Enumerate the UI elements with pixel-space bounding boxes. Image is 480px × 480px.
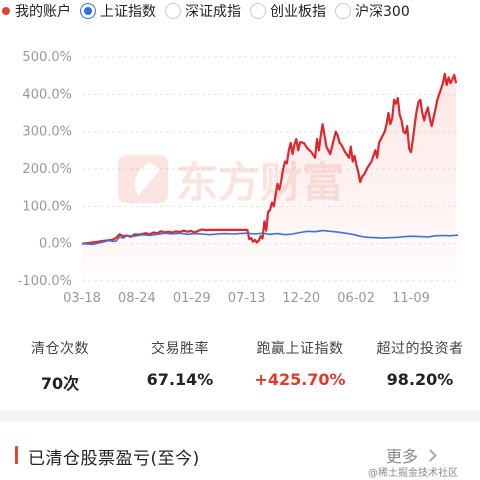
stat-value: 70次 [40, 374, 80, 393]
stat-label: 交易胜率 [151, 341, 209, 357]
legend-my-account: 我的账户 [2, 0, 71, 22]
section-title: 已清仓股票盈亏(至今) [28, 449, 200, 469]
y-tick-label: 100.0% [22, 199, 72, 214]
y-tick-label: 300.0% [22, 125, 72, 140]
index-option-label: 上证指数 [100, 4, 156, 20]
y-tick-label: 0.0% [39, 237, 72, 252]
account-dot-icon [2, 7, 10, 15]
stat-win-rate: 交易胜率 67.14% [120, 338, 240, 394]
index-option-sz[interactable]: 深证成指 [165, 0, 241, 22]
x-tick-label: 06-02 [337, 291, 375, 306]
return-chart: 东方财富 500.0%400.0%300.0%200.0%100.0%0.0%-… [18, 50, 459, 306]
x-tick-label: 03-18 [63, 291, 101, 306]
y-tick-label: -100.0% [18, 274, 72, 289]
x-tick-label: 07-13 [228, 291, 266, 306]
stat-value: +425.70% [254, 370, 346, 389]
x-tick-label: 01-29 [173, 291, 211, 306]
stat-beat-index: 跑赢上证指数 +425.70% [240, 338, 360, 394]
section-accent-bar [15, 446, 18, 464]
y-tick-label: 400.0% [22, 87, 72, 102]
stat-value: 67.14% [146, 370, 214, 389]
index-option-sh[interactable]: 上证指数 [80, 0, 156, 22]
y-tick-label: 500.0% [22, 50, 72, 65]
x-tick-label: 11-09 [392, 291, 430, 306]
stat-label: 跑赢上证指数 [256, 341, 344, 357]
x-tick-label: 12-20 [282, 291, 320, 306]
y-tick-label: 200.0% [22, 162, 72, 177]
index-option-label: 沪深300 [355, 4, 410, 20]
radio-selected-icon[interactable] [80, 3, 96, 19]
index-option-label: 创业板指 [270, 4, 326, 20]
index-option-label: 深证成指 [185, 4, 241, 20]
stat-clear-count: 清仓次数 70次 [0, 338, 120, 394]
index-option-cyb[interactable]: 创业板指 [250, 0, 326, 22]
stat-beat-investors: 超过的投资者 98.20% [360, 338, 480, 394]
radio-icon[interactable] [335, 3, 351, 19]
radio-icon[interactable] [250, 3, 266, 19]
chart-legend: 我的账户 上证指数 深证成指 创业板指 沪深300 [0, 0, 480, 22]
index-option-hs300[interactable]: 沪深300 [335, 0, 410, 22]
radio-icon[interactable] [165, 3, 181, 19]
source-watermark: @稀土掘金技术社区 [368, 468, 458, 479]
x-tick-label: 08-24 [118, 291, 156, 306]
stat-label: 超过的投资者 [376, 341, 464, 357]
legend-my-account-label: 我的账户 [15, 4, 71, 20]
section-divider [0, 410, 480, 422]
stat-value: 98.20% [386, 370, 454, 389]
chevron-right-icon [424, 448, 437, 462]
stat-label: 清仓次数 [31, 341, 89, 357]
account-stats: 清仓次数 70次 交易胜率 67.14% 跑赢上证指数 +425.70% 超过的… [0, 338, 480, 394]
